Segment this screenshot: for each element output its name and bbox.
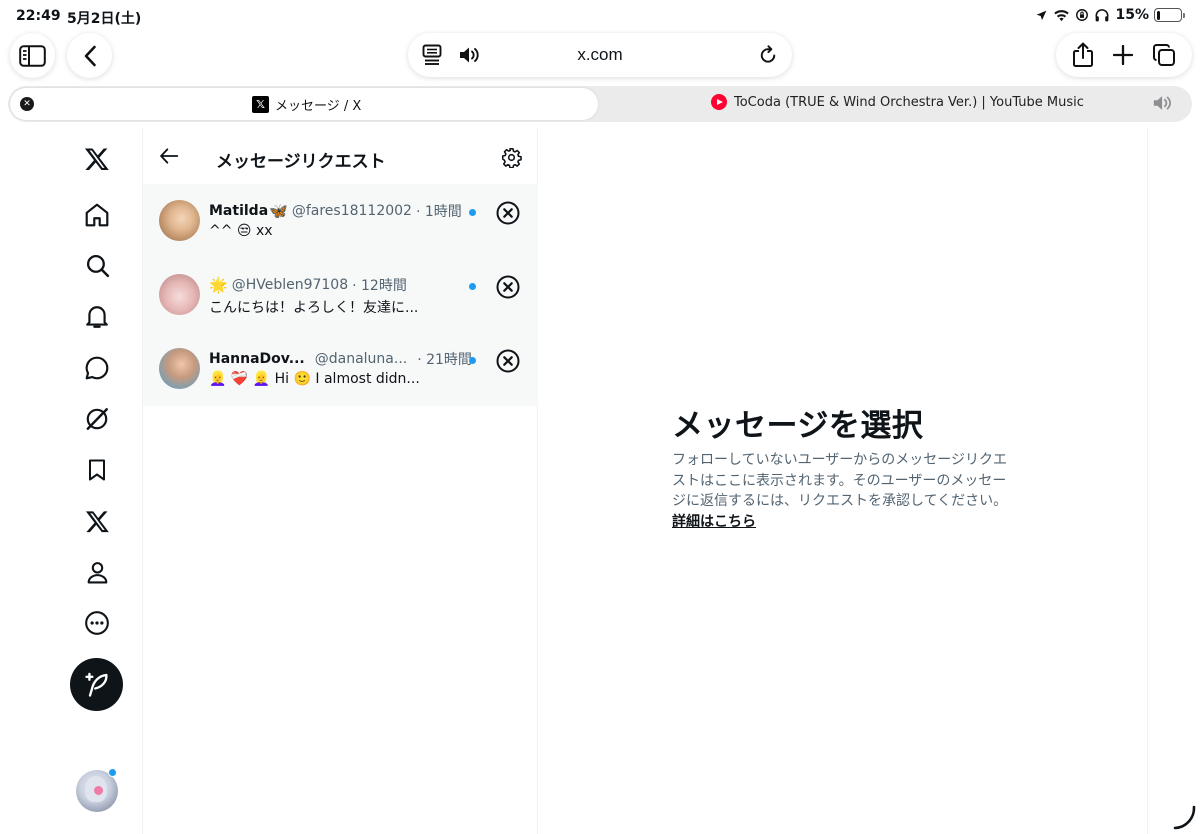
- premium-icon: [85, 510, 109, 532]
- unread-dot: [469, 283, 476, 290]
- battery-percent: 15%: [1115, 7, 1149, 23]
- close-circle-icon: [496, 201, 520, 225]
- dismiss-request-button[interactable]: [495, 348, 521, 374]
- empty-state-description: フォローしていないユーザーからのメッセージリクエストはここに表示されます。そのユ…: [672, 450, 1008, 532]
- requests-title: メッセージリクエスト: [216, 152, 386, 172]
- more-icon: [85, 611, 109, 635]
- requests-header: メッセージリクエスト: [143, 128, 537, 184]
- message-preview: こんにちは！よろしく！友達に...: [209, 300, 419, 316]
- requests-list: Matilda 🦋 @fares18112002 · 1時間 ^^ 😒 xx 🌟…: [143, 184, 538, 406]
- unread-dot: [469, 209, 476, 216]
- browser-actions: [1056, 33, 1192, 77]
- address-bar[interactable]: x.com: [408, 33, 792, 77]
- request-time: · 1時間: [415, 204, 462, 220]
- empty-state-title: メッセージを選択: [672, 408, 924, 444]
- x-favicon-icon: 𝕏: [252, 96, 269, 113]
- request-item[interactable]: Matilda 🦋 @fares18112002 · 1時間 ^^ 😒 xx: [143, 184, 538, 258]
- home-icon: [85, 203, 109, 227]
- search-icon: [86, 254, 109, 277]
- account-notification-badge: [108, 768, 117, 777]
- headphones-icon: [1095, 9, 1109, 22]
- conversation-detail-pane: メッセージを選択 フォローしていないユーザーからのメッセージリクエストはここに表…: [538, 128, 1148, 834]
- bookmarks-icon: [89, 459, 105, 481]
- x-logo-icon: [84, 148, 109, 171]
- loading-spinner-icon: [1173, 805, 1196, 830]
- gear-icon[interactable]: [501, 147, 522, 168]
- close-circle-icon: [496, 275, 520, 299]
- status-date: 5月2日(土): [67, 11, 142, 27]
- message-preview: ^^ 😒 xx: [209, 223, 273, 239]
- sender-handle: @HVeblen97108: [231, 277, 349, 293]
- tab-bar: ✕ 𝕏 メッセージ / X ToCoda (TRUE & Wind Orches…: [8, 86, 1192, 122]
- new-tab-icon[interactable]: [1112, 45, 1133, 65]
- sender-handle: @danaluna...: [314, 351, 408, 367]
- sender-handle: @fares18112002: [291, 203, 412, 219]
- profile-icon: [87, 561, 107, 583]
- request-item[interactable]: 🌟 @HVeblen97108 · 12時間 こんにちは！よろしく！友達に...: [143, 258, 538, 332]
- notifications-icon: [86, 306, 108, 328]
- sender-name: Matilda: [209, 203, 269, 219]
- tab-audio-icon[interactable]: [1152, 94, 1174, 112]
- status-bar: 22:49 5月2日(土) 15%: [0, 0, 1200, 32]
- sender-avatar[interactable]: [159, 348, 200, 389]
- grok-icon: [86, 408, 108, 430]
- butterfly-emoji-icon: 🦋: [269, 202, 288, 220]
- empty-state-text: フォローしていないユーザーからのメッセージリクエストはここに表示されます。そのユ…: [672, 452, 1008, 509]
- tab-youtube-music[interactable]: ToCoda (TRUE & Wind Orchestra Ver.) | Yo…: [711, 94, 1084, 110]
- request-time: · 12時間: [352, 278, 407, 294]
- share-icon[interactable]: [1072, 42, 1094, 68]
- nav-search[interactable]: [80, 248, 114, 282]
- messages-icon: [85, 356, 109, 380]
- message-preview: 👱‍♀️ ❤️‍🩹 👱‍♀️ Hi 🙂 I almost didn...: [209, 371, 420, 387]
- nav-grok[interactable]: [80, 402, 114, 436]
- nav-messages[interactable]: [80, 351, 114, 385]
- request-item[interactable]: HannaDov... @danaluna... · 21時間 👱‍♀️ ❤️‍…: [143, 332, 538, 406]
- tab-title-active: メッセージ / X: [275, 99, 362, 114]
- nav-more[interactable]: [80, 606, 114, 640]
- battery-icon: [1154, 8, 1185, 22]
- compose-post-button[interactable]: [70, 658, 123, 711]
- request-time: · 21時間: [417, 352, 472, 368]
- message-requests-column: メッセージリクエスト Matilda 🦋 @fares18112002 · 1時…: [142, 128, 538, 834]
- wifi-icon: [1054, 9, 1070, 21]
- close-tab-icon[interactable]: ✕: [20, 97, 34, 111]
- sender-name: HannaDov...: [209, 351, 305, 367]
- left-nav: [60, 128, 142, 834]
- reader-icon[interactable]: [422, 44, 442, 66]
- sender-avatar[interactable]: [159, 274, 200, 315]
- status-icons: 15%: [1035, 7, 1185, 23]
- sidebar-toggle-button[interactable]: [10, 33, 55, 78]
- orientation-lock-icon: [1076, 9, 1089, 21]
- back-arrow-icon[interactable]: [159, 146, 179, 166]
- tab-title-inactive: ToCoda (TRUE & Wind Orchestra Ver.) | Yo…: [734, 94, 1084, 110]
- youtube-music-favicon-icon: [711, 94, 727, 110]
- unread-dot: [469, 357, 476, 364]
- browser-back-button[interactable]: [67, 33, 112, 78]
- dismiss-request-button[interactable]: [495, 200, 521, 226]
- nav-profile[interactable]: [80, 555, 114, 589]
- tab-x-messages[interactable]: ✕ 𝕏 メッセージ / X: [10, 88, 598, 120]
- sidebar-icon: [19, 44, 46, 67]
- speaker-icon[interactable]: [458, 46, 482, 64]
- learn-more-link[interactable]: 詳細はこちら: [672, 514, 756, 530]
- dismiss-request-button[interactable]: [495, 274, 521, 300]
- reload-icon[interactable]: [758, 45, 778, 65]
- chevron-left-icon: [84, 45, 96, 66]
- nav-notifications[interactable]: [80, 300, 114, 334]
- close-circle-icon: [496, 349, 520, 373]
- star-emoji-icon: 🌟: [209, 276, 228, 294]
- nav-x-logo[interactable]: [80, 142, 114, 176]
- nav-premium[interactable]: [80, 504, 114, 538]
- compose-feather-icon: [84, 672, 108, 697]
- status-time: 22:49: [16, 8, 61, 24]
- sender-avatar[interactable]: [159, 200, 200, 241]
- nav-bookmarks[interactable]: [80, 453, 114, 487]
- nav-home[interactable]: [80, 198, 114, 232]
- location-icon: [1037, 10, 1047, 20]
- tabs-overview-icon[interactable]: [1152, 43, 1176, 67]
